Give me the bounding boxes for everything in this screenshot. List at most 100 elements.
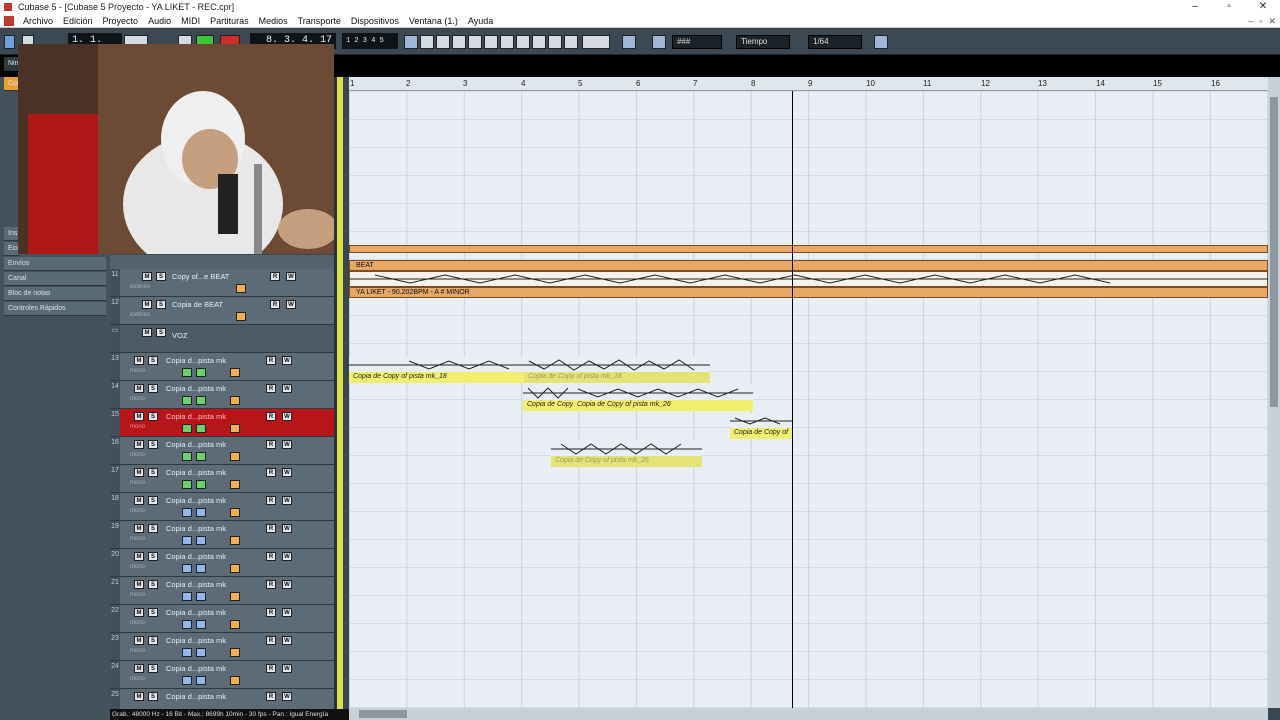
lock-icon[interactable] bbox=[236, 284, 246, 293]
track-name[interactable]: Copia d...pista mk bbox=[166, 580, 226, 589]
track-row[interactable]: 25 M S Copia d...pista mk R W bbox=[110, 689, 338, 710]
solo-button[interactable]: S bbox=[148, 384, 158, 393]
mute-button[interactable]: M bbox=[134, 608, 144, 617]
edit-channel-icon[interactable] bbox=[196, 424, 206, 433]
solo-button[interactable]: S bbox=[156, 328, 166, 337]
read-automation-button[interactable]: W bbox=[282, 524, 292, 533]
monitor-icon[interactable] bbox=[182, 564, 192, 573]
mute-button[interactable]: M bbox=[134, 496, 144, 505]
menu-transporte[interactable]: Transporte bbox=[293, 14, 346, 28]
project-info-label[interactable]: YA LIKET - 90.202BPM - A # MINOR bbox=[349, 287, 1268, 298]
solo-button[interactable]: S bbox=[148, 636, 158, 645]
record-enable-button[interactable]: R bbox=[266, 552, 276, 561]
read-automation-button[interactable]: W bbox=[282, 496, 292, 505]
mute-button[interactable]: M bbox=[134, 468, 144, 477]
edit-channel-icon[interactable] bbox=[196, 396, 206, 405]
mute-button[interactable]: M bbox=[134, 580, 144, 589]
mdi-close-icon[interactable]: ✕ bbox=[1268, 14, 1276, 28]
record-enable-button[interactable]: R bbox=[266, 356, 276, 365]
record-enable-button[interactable]: R bbox=[266, 692, 276, 701]
mute-button[interactable]: M bbox=[134, 440, 144, 449]
lock-icon[interactable] bbox=[230, 396, 240, 405]
mute-button[interactable]: M bbox=[134, 664, 144, 673]
monitor-icon[interactable] bbox=[182, 620, 192, 629]
lock-icon[interactable] bbox=[230, 592, 240, 601]
track-name[interactable]: Copia d...pista mk bbox=[166, 496, 226, 505]
track-name[interactable]: Copy of...e BEAT bbox=[172, 272, 229, 281]
mute-button[interactable]: M bbox=[134, 552, 144, 561]
track-name[interactable]: Copia d...pista mk bbox=[166, 384, 226, 393]
power-icon[interactable] bbox=[4, 35, 15, 49]
track-name[interactable]: Copia d...pista mk bbox=[166, 636, 226, 645]
read-automation-button[interactable]: W bbox=[286, 272, 296, 281]
quick-zoom-icon[interactable]: 1 2 3 4 5 bbox=[342, 33, 398, 49]
inspector-envios[interactable]: Envíos bbox=[4, 257, 106, 271]
audio-event[interactable]: Copia de Copy of pista mk_26 bbox=[551, 441, 702, 467]
snap-zero-icon[interactable] bbox=[652, 35, 666, 49]
audio-event[interactable]: Copia de Copy of pista mk_18 bbox=[349, 357, 524, 383]
read-automation-button[interactable]: W bbox=[282, 412, 292, 421]
mute-button[interactable]: M bbox=[134, 524, 144, 533]
monitor-icon[interactable] bbox=[182, 480, 192, 489]
record-enable-button[interactable]: R bbox=[266, 468, 276, 477]
audio-event[interactable]: Copia de Copy of bbox=[730, 413, 793, 439]
track-name[interactable]: Copia d...pista mk bbox=[166, 608, 226, 617]
split-tool-icon[interactable] bbox=[436, 35, 450, 49]
solo-button[interactable]: S bbox=[148, 496, 158, 505]
vertical-scrollbar[interactable] bbox=[1268, 77, 1280, 708]
edit-channel-icon[interactable] bbox=[196, 564, 206, 573]
track-name[interactable]: Copia d...pista mk bbox=[166, 440, 226, 449]
track-row[interactable]: 23 M S Copia d...pista mk R W mono bbox=[110, 633, 338, 661]
track-name[interactable]: Copia d...pista mk bbox=[166, 552, 226, 561]
record-enable-button[interactable]: R bbox=[266, 608, 276, 617]
audio-event[interactable]: Copia de Copy bbox=[523, 385, 573, 411]
record-enable-button[interactable]: R bbox=[266, 664, 276, 673]
record-enable-button[interactable]: R bbox=[266, 384, 276, 393]
read-automation-button[interactable]: W bbox=[286, 300, 296, 309]
inspector-controles-rapidos[interactable]: Controles Rápidos bbox=[4, 302, 106, 316]
solo-button[interactable]: S bbox=[156, 300, 166, 309]
menu-archivo[interactable]: Archivo bbox=[18, 14, 58, 28]
play-tool-icon[interactable] bbox=[548, 35, 562, 49]
solo-button[interactable]: S bbox=[148, 524, 158, 533]
lock-icon[interactable] bbox=[230, 452, 240, 461]
zoom-tool-icon[interactable] bbox=[484, 35, 498, 49]
arrangement-area[interactable]: BEAT YA LIKET - 90.202BPM - A # MINOR Co… bbox=[349, 91, 1268, 708]
menu-proyecto[interactable]: Proyecto bbox=[98, 14, 144, 28]
read-automation-button[interactable]: W bbox=[282, 664, 292, 673]
read-automation-button[interactable]: W bbox=[282, 552, 292, 561]
monitor-icon[interactable] bbox=[182, 368, 192, 377]
lock-icon[interactable] bbox=[230, 536, 240, 545]
folder-name[interactable]: VOZ bbox=[172, 331, 187, 340]
lock-icon[interactable] bbox=[230, 508, 240, 517]
lock-icon[interactable] bbox=[230, 480, 240, 489]
track-name[interactable]: Copia d...pista mk bbox=[166, 468, 226, 477]
menu-ayuda[interactable]: Ayuda bbox=[463, 14, 498, 28]
read-automation-button[interactable]: W bbox=[282, 636, 292, 645]
close-icon[interactable]: ✕ bbox=[1246, 0, 1280, 14]
menu-ventana[interactable]: Ventana (1.) bbox=[404, 14, 463, 28]
menu-audio[interactable]: Audio bbox=[143, 14, 176, 28]
mdi-minimize-icon[interactable]: – bbox=[1248, 14, 1253, 28]
solo-button[interactable]: S bbox=[148, 608, 158, 617]
record-enable-button[interactable]: R bbox=[270, 300, 280, 309]
solo-button[interactable]: S bbox=[148, 664, 158, 673]
color-tool-icon[interactable] bbox=[564, 35, 578, 49]
solo-button[interactable]: S bbox=[148, 356, 158, 365]
monitor-icon[interactable] bbox=[182, 452, 192, 461]
grid-type-select[interactable]: ### bbox=[672, 35, 722, 49]
timeline-ruler[interactable]: 1 2 3 4 5 6 7 8 9 10 11 12 13 14 15 16 bbox=[349, 77, 1268, 91]
lock-icon[interactable] bbox=[236, 312, 246, 321]
folder-icon[interactable]: ▭ bbox=[110, 325, 120, 352]
audio-event[interactable]: Copia de Copy of pista mk_18 bbox=[524, 357, 710, 383]
track-row[interactable]: 24 M S Copia d...pista mk R W mono bbox=[110, 661, 338, 689]
mdi-restore-icon[interactable]: ▫ bbox=[1259, 14, 1262, 28]
mute-button[interactable]: M bbox=[142, 272, 152, 281]
record-enable-button[interactable]: R bbox=[266, 580, 276, 589]
time-warp-tool-icon[interactable] bbox=[516, 35, 530, 49]
menu-dispositivos[interactable]: Dispositivos bbox=[346, 14, 404, 28]
record-enable-button[interactable]: R bbox=[270, 272, 280, 281]
read-automation-button[interactable]: W bbox=[282, 580, 292, 589]
read-automation-button[interactable]: W bbox=[282, 440, 292, 449]
mute-button[interactable]: M bbox=[134, 692, 144, 701]
